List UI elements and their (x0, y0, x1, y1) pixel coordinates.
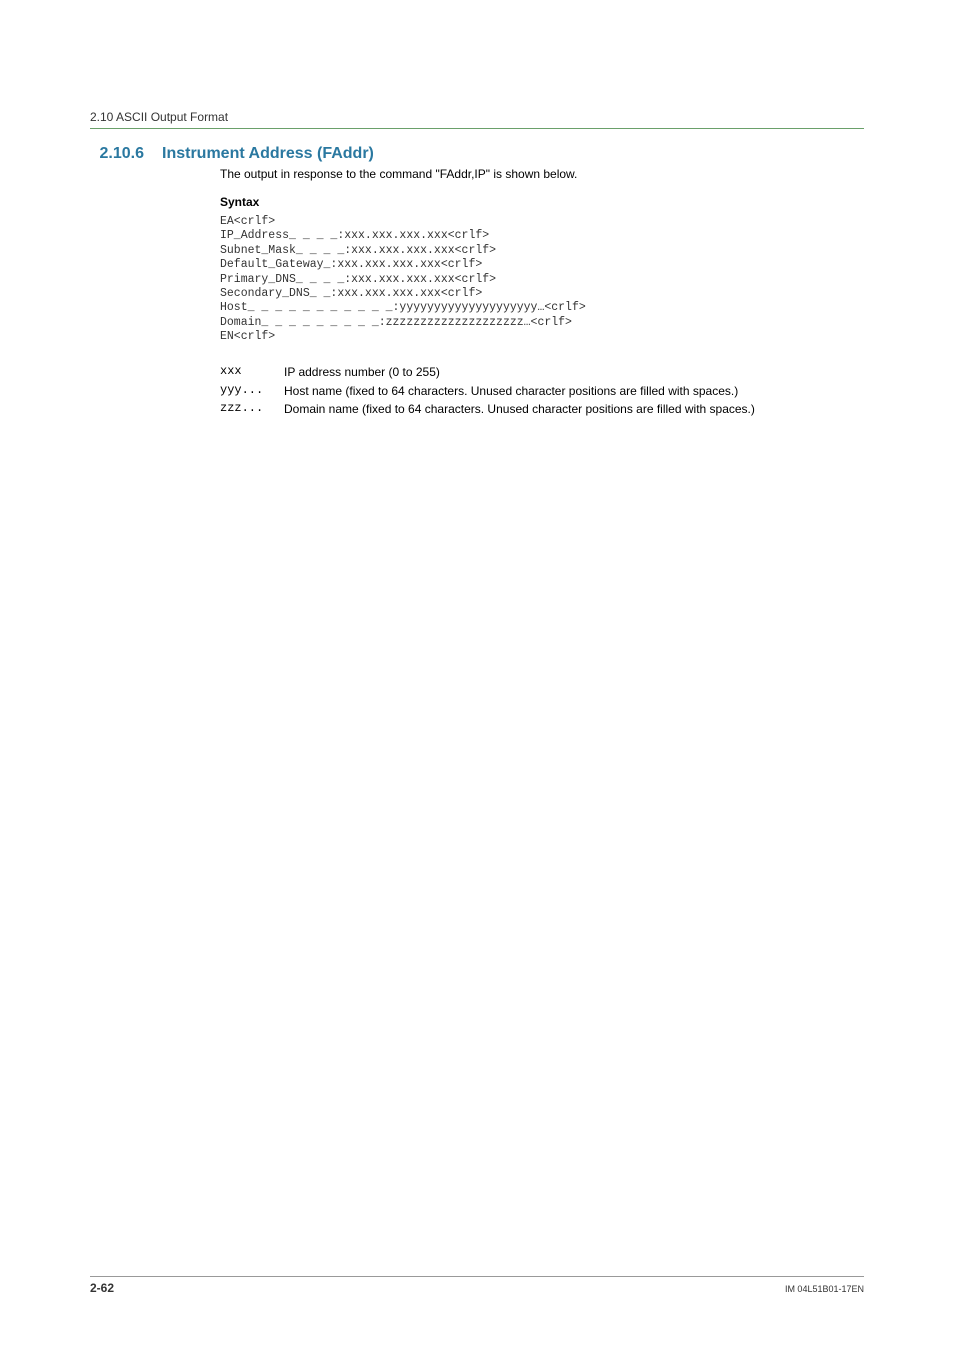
definition-desc: Host name (fixed to 64 characters. Unuse… (284, 383, 864, 399)
definition-term: yyy... (220, 383, 284, 399)
section-title: Instrument Address (FAddr) (162, 145, 374, 163)
definition-desc: Domain name (fixed to 64 characters. Unu… (284, 401, 864, 417)
page-number: 2-62 (90, 1281, 114, 1295)
section-heading: 2.10.6 Instrument Address (FAddr) (90, 145, 864, 163)
doc-id: IM 04L51B01-17EN (785, 1284, 864, 1294)
page-footer: 2-62 IM 04L51B01-17EN (90, 1276, 864, 1295)
definition-row: xxx IP address number (0 to 255) (220, 364, 864, 380)
intro-text: The output in response to the command "F… (220, 167, 864, 181)
definition-desc: IP address number (0 to 255) (284, 364, 864, 380)
section-number: 2.10.6 (90, 145, 162, 163)
definition-term: xxx (220, 364, 284, 380)
definition-row: yyy... Host name (fixed to 64 characters… (220, 383, 864, 399)
breadcrumb: 2.10 ASCII Output Format (90, 110, 864, 129)
definition-row: zzz... Domain name (fixed to 64 characte… (220, 401, 864, 417)
syntax-label: Syntax (220, 195, 864, 209)
definition-term: zzz... (220, 401, 284, 417)
syntax-code-block: EA<crlf> IP_Address_ _ _ _:xxx.xxx.xxx.x… (220, 215, 864, 344)
